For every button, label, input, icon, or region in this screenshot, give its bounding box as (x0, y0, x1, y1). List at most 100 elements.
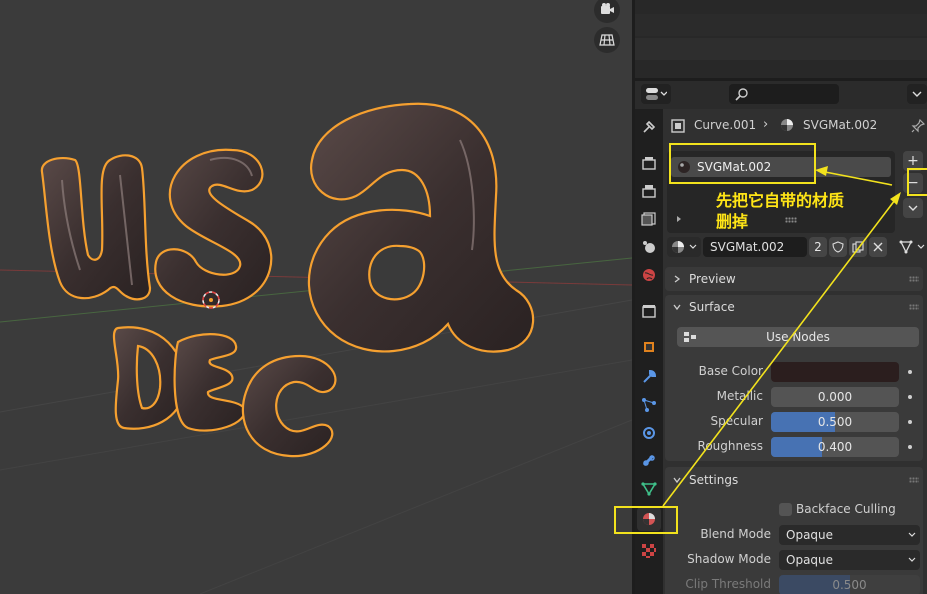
panel-grip[interactable] (909, 276, 919, 282)
tab-particles[interactable] (637, 393, 661, 417)
ortho-toggle-button[interactable] (594, 27, 620, 53)
tab-texture[interactable] (637, 539, 661, 563)
output-icon (642, 185, 656, 198)
breadcrumb-object: Curve.001 (694, 118, 757, 132)
pin-icon[interactable] (911, 119, 925, 133)
preview-panel-title: Preview (689, 272, 736, 286)
tab-view-layer[interactable] (637, 207, 661, 231)
properties-tabs (635, 109, 663, 594)
properties-editor: Curve.001 › SVGMat.002 SVGMat.002 + − SV… (635, 81, 927, 594)
annotation-line-2: 删掉 (716, 212, 749, 231)
specular-slider[interactable]: 0.500 (771, 412, 899, 432)
chevron-right-icon (674, 275, 681, 283)
panel-grip[interactable] (909, 477, 919, 483)
3d-viewport[interactable] (0, 0, 632, 594)
chevron-down-icon (673, 304, 681, 311)
grid-icon (599, 34, 615, 46)
curve-object-icon (671, 119, 685, 133)
tab-scene[interactable] (637, 235, 661, 259)
backface-culling-checkbox[interactable] (779, 503, 792, 516)
tab-modifier[interactable] (637, 365, 661, 389)
tab-render[interactable] (637, 151, 661, 175)
settings-panel-header[interactable]: Settings (665, 468, 923, 492)
blend-mode-dropdown[interactable]: Opaque (779, 525, 920, 545)
tool-icon (643, 120, 656, 133)
settings-panel-title: Settings (689, 473, 739, 487)
metallic-value: 0.000 (817, 390, 853, 404)
data-icon (899, 240, 913, 254)
duplicate-material-button[interactable] (849, 237, 867, 257)
slot-specials-button[interactable] (903, 198, 923, 218)
tab-data[interactable] (637, 477, 661, 501)
roughness-value: 0.400 (817, 440, 853, 454)
tab-constraints[interactable] (637, 449, 661, 473)
breadcrumb-separator: › (763, 117, 769, 132)
physics-icon (643, 427, 655, 439)
tab-tool[interactable] (637, 115, 661, 139)
annotation-line-1: 先把它自带的材质 (716, 191, 845, 210)
unlink-material-button[interactable] (869, 237, 887, 257)
tab-object[interactable] (637, 335, 661, 359)
preview-panel-header[interactable]: Preview (665, 267, 923, 291)
editor-type-button[interactable] (641, 84, 671, 104)
tab-world[interactable] (637, 263, 661, 287)
object-icon (644, 342, 654, 352)
clip-threshold-label: Clip Threshold (685, 577, 771, 591)
link-type-dropdown[interactable] (897, 237, 927, 257)
material-properties: Curve.001 › SVGMat.002 SVGMat.002 + − SV… (663, 109, 927, 594)
tab-collection[interactable] (637, 299, 661, 323)
tab-output[interactable] (637, 179, 661, 203)
roughness-label: Roughness (697, 439, 763, 453)
specular-label: Specular (710, 414, 763, 428)
metallic-slider[interactable]: 0.000 (771, 387, 899, 407)
properties-header (635, 81, 927, 109)
usa-text-object (40, 102, 535, 458)
surface-panel-header[interactable]: Surface (665, 295, 923, 319)
texture-icon (642, 544, 656, 558)
keyframe-dot[interactable] (908, 370, 912, 374)
material-ball-icon (678, 161, 690, 173)
material-users-count[interactable]: 2 (809, 237, 827, 257)
view-layer-icon (641, 212, 656, 226)
material-slot-item[interactable]: SVGMat.002 (671, 157, 891, 177)
world-icon (643, 269, 655, 281)
clip-threshold-field: 0.500 (779, 575, 920, 594)
remove-material-slot-button[interactable]: − (903, 173, 923, 193)
material-name-field[interactable]: SVGMat.002 (703, 237, 807, 257)
shadow-mode-dropdown[interactable]: Opaque (779, 550, 920, 570)
fake-user-button[interactable] (829, 237, 847, 257)
tab-physics[interactable] (637, 421, 661, 445)
metallic-label: Metallic (716, 389, 763, 403)
copy-icon (852, 241, 864, 253)
expand-arrow-icon[interactable] (675, 215, 683, 223)
keyframe-dot[interactable] (908, 445, 912, 449)
tab-material[interactable] (637, 507, 661, 531)
roughness-slider[interactable]: 0.400 (771, 437, 899, 457)
base-color-swatch[interactable] (771, 362, 899, 382)
surface-panel-title: Surface (689, 300, 735, 314)
chevron-down-icon (908, 532, 916, 537)
backface-culling-label: Backface Culling (796, 502, 896, 516)
collection-icon (642, 305, 656, 318)
keyframe-dot[interactable] (908, 395, 912, 399)
outliner-row[interactable] (635, 14, 927, 36)
outliner-area[interactable] (635, 0, 927, 78)
browse-material-button[interactable] (667, 237, 701, 257)
use-nodes-label: Use Nodes (766, 330, 830, 344)
editor-type-icon (646, 88, 667, 100)
search-input[interactable] (729, 84, 839, 104)
material-icon (672, 241, 684, 253)
particles-icon (642, 398, 656, 412)
outliner-row[interactable] (635, 38, 927, 60)
material-name-value: SVGMat.002 (710, 240, 785, 254)
chevron-down-icon (908, 557, 916, 562)
options-dropdown[interactable] (907, 84, 927, 104)
keyframe-dot[interactable] (908, 420, 912, 424)
use-nodes-button[interactable]: Use Nodes (677, 327, 919, 347)
render-icon (642, 157, 656, 170)
chevron-down-icon (908, 205, 918, 211)
material-slot-name: SVGMat.002 (697, 160, 772, 174)
add-material-slot-button[interactable]: + (903, 151, 923, 171)
panel-grip[interactable] (909, 304, 919, 310)
blend-mode-label: Blend Mode (700, 527, 771, 541)
